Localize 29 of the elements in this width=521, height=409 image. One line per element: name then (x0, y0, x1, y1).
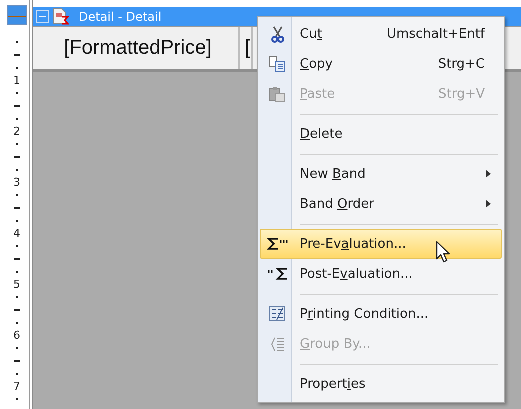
menu-item[interactable]: Band Order (260, 189, 502, 219)
copy-icon (269, 56, 286, 72)
paste-icon (269, 86, 286, 102)
collapse-toggle[interactable] (36, 10, 49, 23)
ruler-number: 3 (14, 177, 20, 188)
band-title: Detail - Detail (79, 10, 162, 24)
list-icon (270, 336, 284, 352)
mouse-pointer-icon (436, 241, 450, 263)
ruler-number: 2 (14, 126, 20, 138)
menu-item[interactable]: Printing Condition... (260, 299, 502, 329)
ruler-number: 4 (14, 228, 20, 240)
form-icon (269, 306, 286, 322)
sigma-icon (266, 237, 288, 251)
ruler-corner (7, 5, 27, 25)
menu-item[interactable]: Post-Evaluation... (260, 259, 502, 289)
menu-item[interactable]: Pre-Evaluation... (260, 229, 502, 259)
field-cell[interactable]: [FormattedPrice] (33, 27, 240, 69)
menu-item[interactable]: Delete (260, 119, 502, 149)
menu-item[interactable]: Properties (260, 369, 502, 399)
menu-item[interactable]: New Band (260, 159, 502, 189)
sigma-icon (266, 267, 288, 281)
ruler-number: 6 (14, 330, 20, 342)
field-cell[interactable]: [ (240, 27, 253, 69)
menu-item[interactable]: Cut Umschalt+Entf (260, 19, 502, 49)
menu-item[interactable]: Copy Strg+C (260, 49, 502, 79)
ruler-number: 5 (14, 279, 20, 290)
ruler-number: 1 (14, 75, 20, 86)
scissors-icon (270, 26, 284, 42)
ruler-number: 7 (14, 381, 20, 392)
